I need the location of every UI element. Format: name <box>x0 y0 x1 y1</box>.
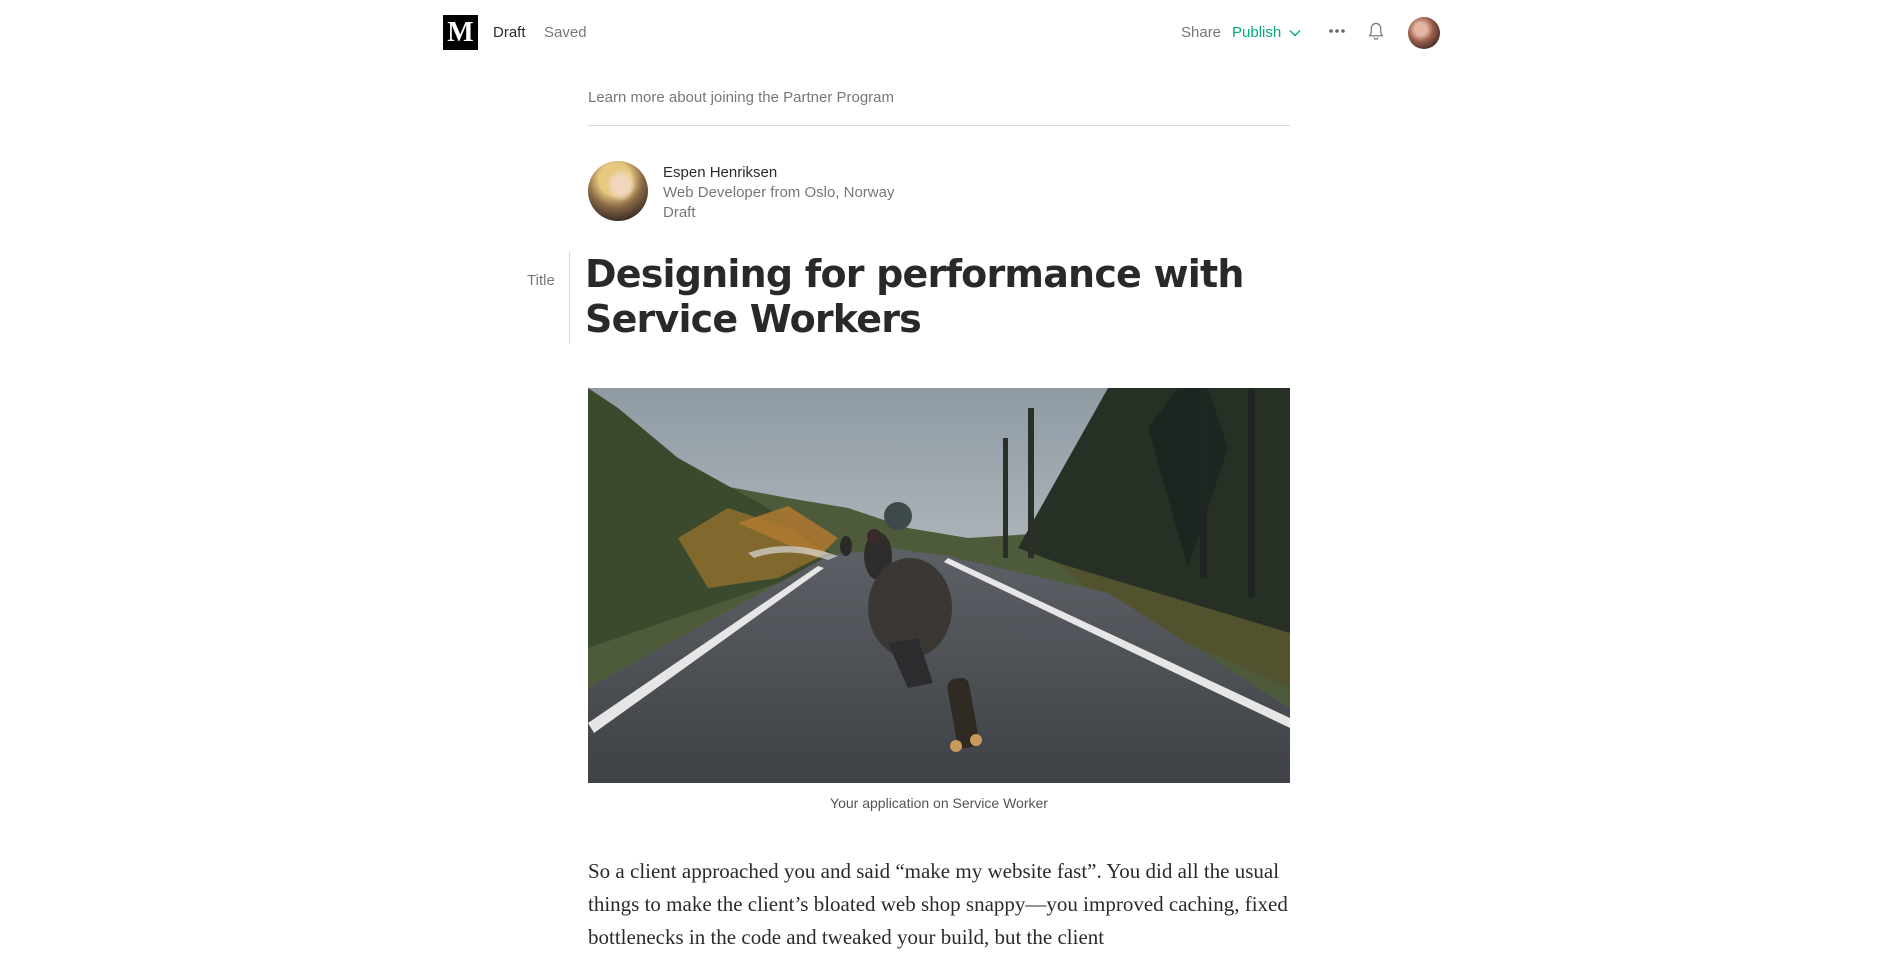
medium-logo[interactable]: M <box>443 15 478 50</box>
chevron-down-icon <box>1289 29 1301 36</box>
user-avatar[interactable] <box>1408 17 1440 49</box>
title-section-rule <box>569 252 570 344</box>
title-section-label: Title <box>527 272 555 289</box>
save-status: Saved <box>544 24 587 41</box>
post-body-paragraph[interactable]: So a client approached you and said “mak… <box>588 855 1290 954</box>
post-status: Draft <box>663 204 696 221</box>
top-bar: M Draft Saved Share Publish <box>0 0 1886 65</box>
image-caption[interactable]: Your application on Service Worker <box>588 795 1290 811</box>
partner-program-link[interactable]: Learn more about joining the Partner Pro… <box>588 89 894 106</box>
post-title[interactable]: Designing for performance with Service W… <box>585 252 1285 342</box>
bell-icon[interactable] <box>1365 20 1387 42</box>
author-name[interactable]: Espen Henriksen <box>663 164 777 181</box>
more-horizontal-icon[interactable] <box>1326 20 1348 42</box>
author-avatar[interactable] <box>588 161 648 221</box>
publish-label: Publish <box>1232 24 1282 41</box>
publish-button[interactable]: Publish <box>1232 24 1301 41</box>
hero-image[interactable] <box>588 388 1290 783</box>
draft-status: Draft <box>493 24 526 41</box>
author-bio: Web Developer from Oslo, Norway <box>663 184 895 201</box>
share-button[interactable]: Share <box>1181 24 1221 41</box>
divider <box>588 125 1290 126</box>
hero-image-illustration <box>588 388 1290 783</box>
